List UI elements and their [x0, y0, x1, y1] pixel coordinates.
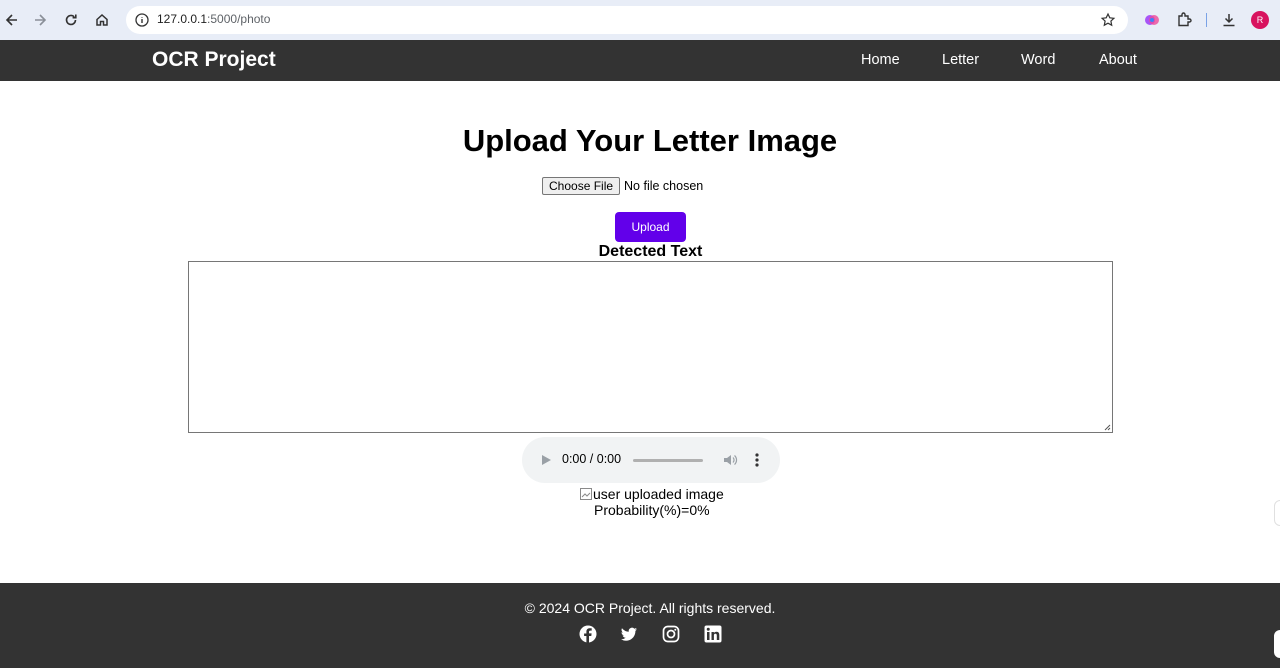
more-options-icon[interactable] — [753, 452, 761, 468]
file-status: No file chosen — [624, 179, 704, 193]
nav-home[interactable]: Home — [861, 52, 900, 68]
profile-avatar[interactable]: R — [1251, 11, 1269, 29]
home-icon[interactable] — [90, 8, 114, 32]
extension-icon[interactable] — [1143, 11, 1161, 29]
image-alt-text: user uploaded image — [593, 486, 724, 502]
linkedin-icon[interactable] — [704, 625, 722, 643]
probability-text: Probability(%)=0% — [594, 502, 710, 518]
url-path: :5000/photo — [207, 12, 271, 26]
volume-icon[interactable] — [722, 452, 738, 468]
choose-file-button[interactable]: Choose File — [542, 177, 621, 195]
facebook-icon[interactable] — [579, 625, 597, 643]
info-icon[interactable] — [134, 12, 150, 28]
nav-about[interactable]: About — [1099, 52, 1137, 68]
toolbar-separator — [1206, 13, 1207, 27]
play-icon[interactable] — [539, 453, 553, 467]
brand-logo[interactable]: OCR Project — [152, 48, 276, 72]
detected-text-heading: Detected Text — [598, 243, 703, 260]
download-icon[interactable] — [1220, 11, 1238, 29]
broken-image-icon — [580, 488, 592, 500]
audio-time: 0:00 / 0:00 — [562, 452, 622, 466]
site-header: OCR Project Home Letter Word About — [0, 40, 1280, 81]
browser-toolbar: 127.0.0.1:5000/photo R — [0, 0, 1280, 40]
reload-icon[interactable] — [59, 8, 83, 32]
file-input[interactable]: Choose File No file chosen — [542, 177, 703, 195]
floating-widget[interactable] — [1274, 630, 1280, 658]
upload-button[interactable]: Upload — [615, 212, 686, 242]
site-footer: © 2024 OCR Project. All rights reserved. — [0, 583, 1280, 668]
audio-player[interactable]: 0:00 / 0:00 — [522, 437, 780, 483]
star-icon[interactable] — [1100, 12, 1116, 28]
address-bar[interactable]: 127.0.0.1:5000/photo — [126, 6, 1128, 34]
page-title: Upload Your Letter Image — [462, 123, 838, 158]
resize-grip-icon[interactable] — [1103, 423, 1111, 431]
copyright-text: © 2024 OCR Project. All rights reserved. — [524, 600, 776, 616]
puzzle-icon[interactable] — [1175, 11, 1193, 29]
nav-word[interactable]: Word — [1021, 52, 1055, 68]
side-panel-handle[interactable] — [1274, 500, 1280, 526]
instagram-icon[interactable] — [662, 625, 680, 643]
twitter-icon[interactable] — [620, 625, 638, 643]
audio-progress-track[interactable] — [633, 459, 703, 462]
forward-icon[interactable] — [28, 8, 52, 32]
back-icon[interactable] — [0, 8, 24, 32]
uploaded-image: user uploaded image — [580, 486, 724, 502]
nav-letter[interactable]: Letter — [942, 52, 979, 68]
detected-text-area[interactable] — [188, 261, 1113, 433]
url-host: 127.0.0.1 — [157, 12, 208, 26]
url-text: 127.0.0.1:5000/photo — [157, 12, 270, 26]
